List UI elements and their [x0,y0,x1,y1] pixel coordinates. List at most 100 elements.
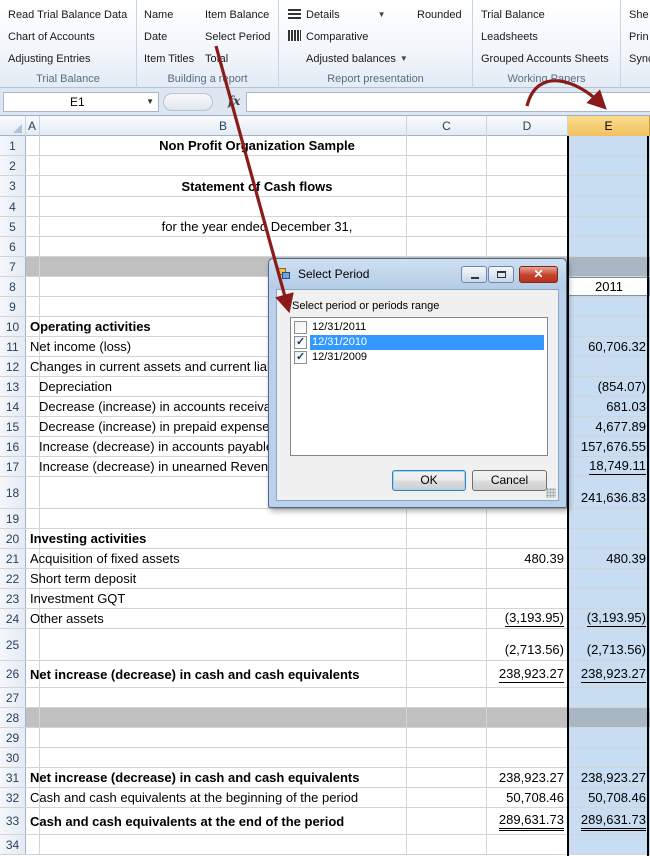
period-checkbox[interactable] [294,335,307,349]
cell-b[interactable]: Short term deposit [27,569,482,588]
cell-b[interactable]: Investing activities [27,529,482,548]
trial-balance-sheet-button[interactable]: Trial Balance [481,8,545,22]
cell-b[interactable]: Statement of Cash flows [27,176,487,196]
ok-button[interactable]: OK [392,470,466,491]
column-header-d[interactable]: D [487,116,568,136]
cell-b[interactable]: Acquisition of fixed assets [27,549,482,568]
row-header[interactable]: 14 [0,397,26,416]
row-header[interactable]: 16 [0,437,26,456]
details-dropdown[interactable]: Details ▼ [288,8,386,22]
cell-e[interactable]: 480.39 [568,549,650,568]
cell-e[interactable]: 238,923.27 [568,661,650,687]
row-header[interactable]: 24 [0,609,26,628]
period-checkbox[interactable] [294,321,307,334]
row-header[interactable]: 22 [0,569,26,588]
cell-e[interactable]: (3,193.95) [568,609,650,628]
cell-e[interactable]: 50,708.46 [568,788,650,807]
cell-d[interactable]: (2,713.56) [487,629,568,660]
cell-b[interactable]: Non Profit Organization Sample [27,136,487,155]
chart-of-accounts-button[interactable]: Chart of Accounts [8,30,95,44]
read-trial-balance-data-button[interactable]: Read Trial Balance Data [8,8,127,22]
row-header[interactable]: 8 [0,277,26,296]
sync-button[interactable]: Sync [629,52,650,66]
row-header[interactable]: 19 [0,509,26,528]
row-header[interactable]: 30 [0,748,26,767]
row-header[interactable]: 26 [0,661,26,687]
insert-function-icon[interactable]: fx [228,94,240,108]
cell-b[interactable]: Cash and cash equivalents at the beginni… [27,788,482,807]
row-header[interactable]: 11 [0,337,26,356]
row-header[interactable]: 3 [0,176,26,196]
cell-e[interactable]: 241,636.83 [568,477,650,508]
cell-b[interactable]: Net increase (decrease) in cash and cash… [27,768,482,787]
period-item[interactable]: 12/31/2011 [292,320,368,335]
adjusted-balances-dropdown[interactable]: Adjusted balances ▼ [288,52,408,66]
cell-e[interactable]: 157,676.55 [568,437,650,456]
period-item[interactable]: 12/31/2010 [292,335,544,350]
column-header-b[interactable]: B [40,116,407,136]
print-button[interactable]: Prin [629,30,649,44]
minimize-button[interactable] [461,266,487,283]
cell-b[interactable]: Investment GQT [27,589,482,608]
cell-e[interactable]: 18,749.11 [568,457,650,476]
grouped-accounts-sheets-button[interactable]: Grouped Accounts Sheets [481,52,609,66]
chevron-down-icon[interactable]: ▼ [146,93,154,111]
cell-e[interactable]: 2011 [568,277,650,296]
resize-grip-icon[interactable] [546,488,556,498]
dialog-titlebar[interactable]: Select Period ✕ [269,259,566,289]
cell-e[interactable]: 681.03 [568,397,650,416]
item-balance-button[interactable]: Item Balance [205,8,269,22]
row-header[interactable]: 6 [0,237,26,256]
column-header-c[interactable]: C [407,116,487,136]
row-header[interactable]: 28 [0,708,26,727]
row-header[interactable]: 23 [0,589,26,608]
cell-d[interactable]: 480.39 [487,549,568,568]
cell-e[interactable]: 60,706.32 [568,337,650,356]
cell-d[interactable]: 289,631.73 [487,808,568,834]
cell-e[interactable]: 238,923.27 [568,768,650,787]
rounded-button[interactable]: Rounded [417,8,462,22]
name-box[interactable]: E1 ▼ [3,92,159,112]
cell-b[interactable]: Cash and cash equivalents at the end of … [27,808,482,834]
row-header[interactable]: 27 [0,688,26,707]
adjusting-entries-button[interactable]: Adjusting Entries [8,52,91,66]
comparative-button[interactable]: Comparative [288,30,368,44]
period-checkbox[interactable] [294,350,307,364]
row-header[interactable]: 5 [0,217,26,236]
period-listbox[interactable]: 12/31/2011 12/31/2010 12/31/2009 [290,317,548,456]
cell-e[interactable]: (2,713.56) [568,629,650,660]
row-header[interactable]: 10 [0,317,26,336]
row-header[interactable]: 12 [0,357,26,376]
cell-d[interactable]: 238,923.27 [487,661,568,687]
row-header[interactable]: 31 [0,768,26,787]
row-header[interactable]: 18 [0,477,26,508]
select-all-corner[interactable] [0,116,26,136]
item-titles-button[interactable]: Item Titles [144,52,194,66]
row-header[interactable]: 17 [0,457,26,476]
row-header[interactable]: 2 [0,156,26,175]
cell-d[interactable]: (3,193.95) [487,609,568,628]
cancel-button[interactable]: Cancel [472,470,547,491]
column-header-a[interactable]: A [26,116,40,136]
cell-e[interactable]: (854.07) [568,377,650,396]
row-header[interactable]: 13 [0,377,26,396]
date-button[interactable]: Date [144,30,167,44]
row-header[interactable]: 32 [0,788,26,807]
total-button[interactable]: Total [205,52,228,66]
row-header[interactable]: 20 [0,529,26,548]
cell-d[interactable]: 238,923.27 [487,768,568,787]
row-header[interactable]: 1 [0,136,26,155]
cell-e[interactable]: 289,631.73 [568,808,650,834]
row-header[interactable]: 34 [0,835,26,854]
column-header-e[interactable]: E [568,116,650,136]
cell-d[interactable]: 50,708.46 [487,788,568,807]
row-header[interactable]: 15 [0,417,26,436]
close-button[interactable]: ✕ [519,266,558,283]
period-item[interactable]: 12/31/2009 [292,350,369,365]
row-header[interactable]: 33 [0,808,26,834]
sheet-button[interactable]: She [629,8,649,22]
formula-input[interactable] [246,92,650,112]
select-period-button[interactable]: Select Period [205,30,270,44]
row-header[interactable]: 21 [0,549,26,568]
row-header[interactable]: 7 [0,257,26,276]
